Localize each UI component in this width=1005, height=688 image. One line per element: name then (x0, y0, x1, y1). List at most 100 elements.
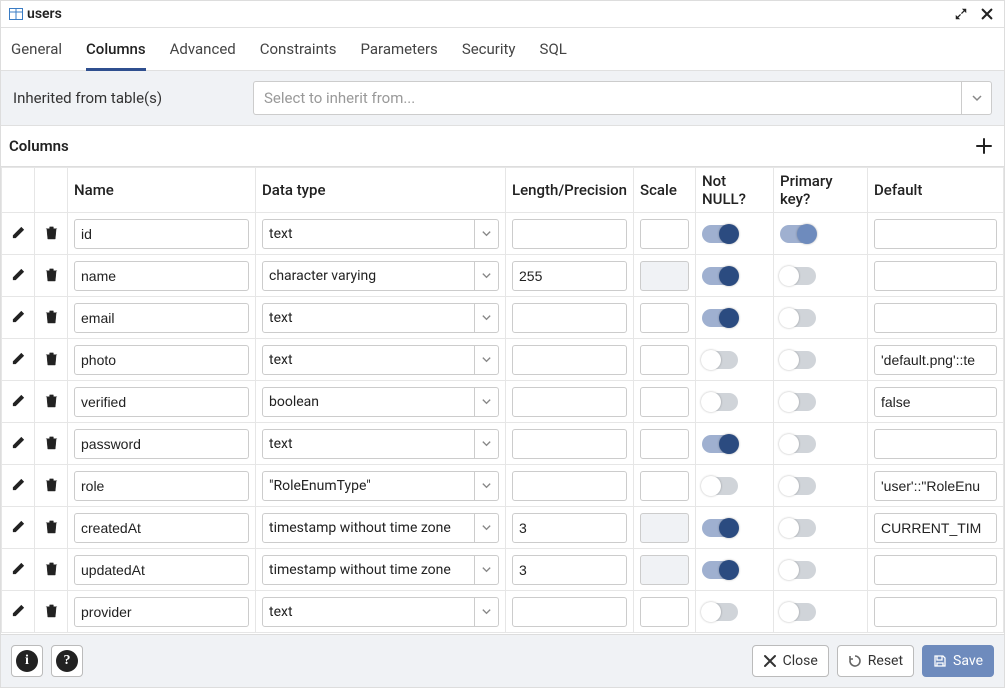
length-input[interactable] (512, 387, 627, 417)
tab-parameters[interactable]: Parameters (361, 34, 438, 70)
length-input[interactable] (512, 429, 627, 459)
edit-icon[interactable] (8, 349, 28, 369)
default-input[interactable] (874, 513, 997, 543)
toggle[interactable] (780, 477, 816, 495)
chevron-down-icon[interactable] (474, 304, 498, 332)
column-name-input[interactable] (74, 597, 249, 627)
chevron-down-icon[interactable] (474, 556, 498, 584)
toggle[interactable] (780, 267, 816, 285)
length-input[interactable] (512, 513, 627, 543)
column-name-input[interactable] (74, 219, 249, 249)
column-name-input[interactable] (74, 555, 249, 585)
default-input[interactable] (874, 471, 997, 501)
column-name-input[interactable] (74, 261, 249, 291)
tab-constraints[interactable]: Constraints (260, 34, 337, 70)
default-input[interactable] (874, 219, 997, 249)
toggle[interactable] (702, 477, 738, 495)
scale-input[interactable] (640, 219, 689, 249)
edit-icon[interactable] (8, 517, 28, 537)
data-type-select[interactable]: character varying (262, 261, 499, 291)
expand-icon[interactable] (952, 5, 970, 23)
toggle[interactable] (702, 225, 738, 243)
inherit-select[interactable]: Select to inherit from... (253, 81, 992, 115)
chevron-down-icon[interactable] (474, 346, 498, 374)
toggle[interactable] (702, 561, 738, 579)
edit-icon[interactable] (8, 307, 28, 327)
length-input[interactable] (512, 219, 627, 249)
scale-input[interactable] (640, 303, 689, 333)
trash-icon[interactable] (41, 265, 61, 285)
length-input[interactable] (512, 303, 627, 333)
data-type-select[interactable]: timestamp without time zone (262, 513, 499, 543)
column-name-input[interactable] (74, 513, 249, 543)
edit-icon[interactable] (8, 265, 28, 285)
edit-icon[interactable] (8, 601, 28, 621)
chevron-down-icon[interactable] (474, 514, 498, 542)
scale-input[interactable] (640, 597, 689, 627)
trash-icon[interactable] (41, 307, 61, 327)
chevron-down-icon[interactable] (961, 82, 991, 114)
toggle[interactable] (702, 393, 738, 411)
edit-icon[interactable] (8, 223, 28, 243)
edit-icon[interactable] (8, 559, 28, 579)
toggle[interactable] (702, 603, 738, 621)
length-input[interactable] (512, 555, 627, 585)
toggle[interactable] (702, 309, 738, 327)
scale-input[interactable] (640, 387, 689, 417)
column-name-input[interactable] (74, 345, 249, 375)
toggle[interactable] (702, 519, 738, 537)
data-type-select[interactable]: text (262, 219, 499, 249)
toggle[interactable] (780, 603, 816, 621)
length-input[interactable] (512, 345, 627, 375)
reset-button[interactable]: Reset (837, 645, 914, 677)
default-input[interactable] (874, 387, 997, 417)
edit-icon[interactable] (8, 475, 28, 495)
trash-icon[interactable] (41, 601, 61, 621)
scale-input[interactable] (640, 471, 689, 501)
column-name-input[interactable] (74, 303, 249, 333)
trash-icon[interactable] (41, 517, 61, 537)
column-name-input[interactable] (74, 471, 249, 501)
chevron-down-icon[interactable] (474, 472, 498, 500)
toggle[interactable] (780, 351, 816, 369)
default-input[interactable] (874, 303, 997, 333)
toggle[interactable] (780, 519, 816, 537)
add-column-button[interactable] (972, 134, 996, 158)
trash-icon[interactable] (41, 223, 61, 243)
toggle[interactable] (780, 435, 816, 453)
default-input[interactable] (874, 345, 997, 375)
toggle[interactable] (780, 561, 816, 579)
save-button[interactable]: Save (922, 645, 994, 677)
tab-general[interactable]: General (11, 34, 62, 70)
tab-columns[interactable]: Columns (86, 34, 146, 71)
trash-icon[interactable] (41, 349, 61, 369)
chevron-down-icon[interactable] (474, 430, 498, 458)
chevron-down-icon[interactable] (474, 388, 498, 416)
close-icon[interactable] (978, 5, 996, 23)
default-input[interactable] (874, 429, 997, 459)
data-type-select[interactable]: boolean (262, 387, 499, 417)
close-button[interactable]: Close (752, 645, 829, 677)
chevron-down-icon[interactable] (474, 220, 498, 248)
info-button[interactable]: i (11, 645, 43, 677)
toggle[interactable] (702, 435, 738, 453)
chevron-down-icon[interactable] (474, 598, 498, 626)
toggle[interactable] (780, 393, 816, 411)
column-name-input[interactable] (74, 429, 249, 459)
trash-icon[interactable] (41, 559, 61, 579)
default-input[interactable] (874, 597, 997, 627)
data-type-select[interactable]: text (262, 597, 499, 627)
edit-icon[interactable] (8, 433, 28, 453)
default-input[interactable] (874, 261, 997, 291)
toggle[interactable] (702, 351, 738, 369)
tab-security[interactable]: Security (462, 34, 516, 70)
trash-icon[interactable] (41, 391, 61, 411)
tab-advanced[interactable]: Advanced (170, 34, 236, 70)
tab-sql[interactable]: SQL (540, 34, 567, 70)
edit-icon[interactable] (8, 391, 28, 411)
toggle[interactable] (780, 225, 816, 243)
length-input[interactable] (512, 261, 627, 291)
help-button[interactable]: ? (51, 645, 83, 677)
data-type-select[interactable]: text (262, 345, 499, 375)
toggle[interactable] (780, 309, 816, 327)
